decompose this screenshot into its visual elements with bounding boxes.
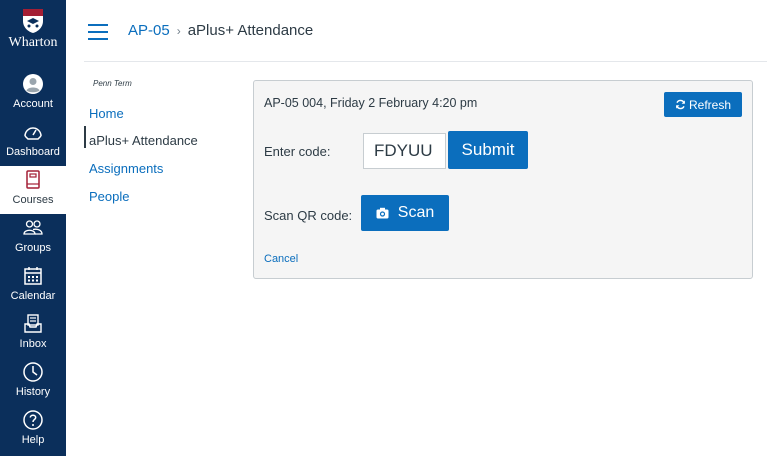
- code-input[interactable]: [363, 133, 446, 169]
- breadcrumb-separator: ›: [176, 23, 181, 38]
- course-nav-attendance[interactable]: aPlus+ Attendance: [89, 133, 198, 148]
- brand-name: Wharton: [8, 35, 58, 50]
- nav-calendar[interactable]: Calendar: [0, 262, 66, 310]
- scan-button[interactable]: Scan: [361, 195, 449, 231]
- scan-qr-label: Scan QR code:: [264, 208, 353, 223]
- nav-dashboard[interactable]: Dashboard: [0, 118, 66, 166]
- cancel-link[interactable]: Cancel: [264, 253, 298, 265]
- nav-groups-label: Groups: [14, 242, 52, 254]
- account-avatar-icon: [23, 74, 43, 94]
- course-nav-assignments[interactable]: Assignments: [89, 161, 163, 176]
- penn-shield-icon: [23, 9, 43, 33]
- enter-code-label: Enter code:: [264, 144, 331, 159]
- nav-courses[interactable]: Courses: [0, 166, 66, 214]
- calendar-icon: [24, 267, 42, 285]
- nav-dashboard-label: Dashboard: [6, 146, 60, 158]
- breadcrumb-course-link[interactable]: AP-05: [128, 22, 170, 39]
- breadcrumb-current: aPlus+ Attendance: [187, 22, 314, 39]
- history-clock-icon: [23, 362, 43, 382]
- global-nav: Wharton Account Dashboard Courses Groups…: [0, 0, 66, 456]
- nav-inbox-label: Inbox: [19, 338, 47, 350]
- nav-calendar-label: Calendar: [10, 290, 56, 302]
- session-title: AP-05 004, Friday 2 February 4:20 pm: [264, 96, 478, 110]
- nav-groups[interactable]: Groups: [0, 214, 66, 262]
- courses-book-icon: [26, 170, 40, 189]
- nav-courses-label: Courses: [12, 194, 54, 206]
- header-divider: [84, 61, 767, 62]
- course-nav-people[interactable]: People: [89, 189, 129, 204]
- submit-button[interactable]: Submit: [448, 131, 528, 169]
- dashboard-gauge-icon: [24, 127, 42, 140]
- nav-help[interactable]: Help: [0, 406, 66, 454]
- breadcrumb: AP-05 › aPlus+ Attendance: [128, 22, 313, 39]
- help-icon: [23, 410, 43, 430]
- nav-account-label: Account: [13, 98, 53, 110]
- course-nav-active-indicator: [84, 126, 86, 148]
- nav-inbox[interactable]: Inbox: [0, 310, 66, 358]
- course-nav-home[interactable]: Home: [89, 106, 124, 121]
- refresh-button-label: Refresh: [688, 97, 732, 112]
- nav-account[interactable]: Account: [0, 70, 66, 118]
- page-header: AP-05 › aPlus+ Attendance: [66, 0, 767, 62]
- nav-history-label: History: [15, 386, 51, 398]
- refresh-button[interactable]: Refresh: [664, 92, 742, 117]
- attendance-panel: AP-05 004, Friday 2 February 4:20 pm Ref…: [253, 80, 753, 279]
- inbox-icon: [24, 314, 42, 333]
- brand-logo[interactable]: Wharton: [0, 0, 66, 64]
- scan-button-label: Scan: [397, 204, 435, 221]
- hamburger-menu-icon[interactable]: [88, 24, 108, 40]
- camera-icon: [376, 207, 389, 219]
- groups-icon: [23, 220, 43, 235]
- nav-history[interactable]: History: [0, 358, 66, 406]
- refresh-icon: [676, 99, 685, 110]
- nav-help-label: Help: [21, 434, 45, 446]
- term-label: Penn Term: [93, 79, 132, 88]
